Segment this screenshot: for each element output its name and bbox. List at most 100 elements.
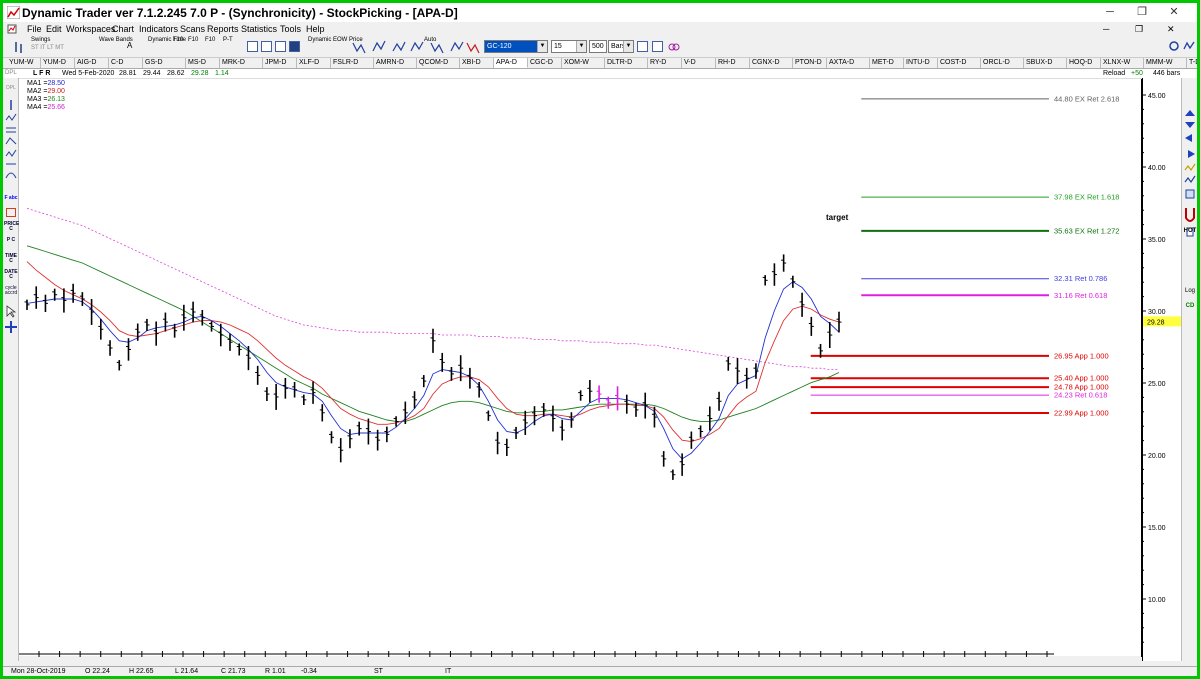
- tool-fib-abc[interactable]: F abc: [4, 196, 18, 201]
- tab-xlf-d[interactable]: XLF-D: [297, 58, 331, 68]
- tab-xlnx-w[interactable]: XLNX-W: [1101, 58, 1144, 68]
- tab-c-d[interactable]: C-D: [109, 58, 143, 68]
- bars-unit-combo[interactable]: Bars ▼: [608, 40, 634, 53]
- tool-time[interactable]: TIME C: [4, 254, 18, 264]
- grid-icon[interactable]: [652, 41, 663, 52]
- tab-gs-d[interactable]: GS-D: [143, 58, 186, 68]
- tab-yum-w[interactable]: YUM-W: [7, 58, 41, 68]
- tab-jpm-d[interactable]: JPM-D: [263, 58, 297, 68]
- hot-button[interactable]: HOT: [1183, 228, 1197, 234]
- mode-buttons[interactable]: L F R: [33, 69, 50, 78]
- drawing-tools-icons[interactable]: [5, 98, 17, 188]
- menu-edit[interactable]: Edit: [46, 24, 62, 34]
- tab-cost-d[interactable]: COST-D: [938, 58, 981, 68]
- tab-t-d[interactable]: T-D: [1187, 58, 1197, 68]
- auto-label[interactable]: Auto: [424, 37, 436, 43]
- f10-label-3[interactable]: F10: [205, 37, 215, 43]
- tool-pc[interactable]: P C: [4, 238, 18, 243]
- tab-rh-d[interactable]: RH-D: [716, 58, 750, 68]
- tab-intu-d[interactable]: INTU-D: [904, 58, 938, 68]
- mdi-restore-button[interactable]: ❐: [1135, 24, 1143, 35]
- tool-price[interactable]: PRICE C: [4, 222, 19, 232]
- menu-chart[interactable]: Chart: [112, 24, 134, 34]
- log-button[interactable]: Log: [1183, 288, 1197, 294]
- tab-apa-d[interactable]: APA-D: [494, 58, 528, 68]
- menu-file[interactable]: File: [27, 24, 42, 34]
- tab-orcl-d[interactable]: ORCL-D: [981, 58, 1024, 68]
- nav-arrows-icons[interactable]: [1184, 108, 1196, 238]
- tool-dpl[interactable]: DPL: [4, 86, 18, 91]
- tool-cycle[interactable]: cycle accrd: [4, 286, 18, 296]
- tab-yum-d[interactable]: YUM-D: [41, 58, 75, 68]
- tab-cgnx-d[interactable]: CGNX-D: [750, 58, 793, 68]
- tab-hoq-d[interactable]: HOQ-D: [1067, 58, 1101, 68]
- menu-statistics[interactable]: Statistics: [241, 24, 277, 34]
- swing-levels[interactable]: ST IT LT MT: [31, 45, 64, 51]
- link-icon[interactable]: [668, 41, 680, 53]
- rectangle-tool-icon[interactable]: [6, 208, 16, 217]
- restore-button[interactable]: ❐: [1132, 5, 1152, 20]
- f10-label-1[interactable]: F10: [173, 37, 183, 43]
- tab-fslr-d[interactable]: FSLR-D: [331, 58, 374, 68]
- settings-icon[interactable]: [1168, 40, 1180, 52]
- tab-met-d[interactable]: MET-D: [870, 58, 904, 68]
- ma1-legend: MA1 =28.50: [27, 80, 65, 87]
- level-label: 37.98 EX Ret 1.618: [1054, 193, 1119, 202]
- price-chart[interactable]: May10172431Jun142128Jul121926Aug9162330S…: [19, 79, 1142, 666]
- ma4-legend: MA4 =25.66: [27, 104, 65, 111]
- tab-xom-w[interactable]: XOM-W: [562, 58, 605, 68]
- chevron-down-icon[interactable]: ▼: [537, 41, 547, 52]
- bars-input[interactable]: 500: [589, 40, 607, 53]
- tab-cgc-d[interactable]: CGC-D: [528, 58, 562, 68]
- tool-date[interactable]: DATE C: [4, 270, 18, 280]
- tab-pton-d[interactable]: PTON-D: [793, 58, 827, 68]
- close-button[interactable]: ✕: [1164, 5, 1184, 20]
- pt-label[interactable]: P-T: [223, 37, 233, 43]
- tab-aig-d[interactable]: AIG-D: [75, 58, 109, 68]
- save-icon[interactable]: [289, 41, 300, 52]
- chevron-down-icon[interactable]: ▼: [623, 41, 633, 52]
- menu-tools[interactable]: Tools: [280, 24, 301, 34]
- minimize-button[interactable]: ─: [1100, 5, 1120, 20]
- wave-tools-icons[interactable]: [351, 39, 481, 55]
- chart-area[interactable]: MA1 =28.50 MA2 =29.00 MA3 =26.13 MA4 =25…: [19, 78, 1142, 666]
- level-label: 31.16 Ret 0.618: [1054, 291, 1107, 300]
- copy-icon[interactable]: [275, 41, 286, 52]
- tab-qcom-d[interactable]: QCOM-D: [417, 58, 460, 68]
- tab-xbi-d[interactable]: XBI-D: [460, 58, 494, 68]
- tab-sbux-d[interactable]: SBUX-D: [1024, 58, 1067, 68]
- chart-icon[interactable]: [637, 41, 648, 52]
- menu-indicators[interactable]: Indicators: [139, 24, 178, 34]
- tab-amrn-d[interactable]: AMRN-D: [374, 58, 417, 68]
- menu-scans[interactable]: Scans: [180, 24, 205, 34]
- reload-button[interactable]: Reload: [1103, 69, 1125, 78]
- tab-ms-d[interactable]: MS-D: [186, 58, 220, 68]
- price-tick-label: 15.00: [1148, 525, 1166, 532]
- tab-axta-d[interactable]: AXTA-D: [827, 58, 870, 68]
- document-icon: [7, 24, 17, 34]
- wave-a-button[interactable]: A: [127, 42, 132, 50]
- bars-icon[interactable]: [13, 40, 25, 54]
- f10-label-2[interactable]: F10: [188, 37, 198, 43]
- mdi-minimize-button[interactable]: ─: [1103, 24, 1109, 34]
- mdi-close-button[interactable]: ✕: [1167, 24, 1175, 35]
- symbol-combo[interactable]: GC-120 ▼: [484, 40, 548, 53]
- open-icon[interactable]: [261, 41, 272, 52]
- cursor-icons[interactable]: [5, 304, 17, 334]
- tab-mmm-w[interactable]: MMM-W: [1144, 58, 1187, 68]
- swings-label[interactable]: Swings: [31, 37, 50, 43]
- new-icon[interactable]: [247, 41, 258, 52]
- interval-combo[interactable]: 15 ▼: [551, 40, 587, 53]
- tab-dltr-d[interactable]: DLTR-D: [605, 58, 648, 68]
- menu-help[interactable]: Help: [306, 24, 325, 34]
- cd-button[interactable]: CD: [1183, 303, 1197, 309]
- tab-mrk-d[interactable]: MRK-D: [220, 58, 263, 68]
- bar-date: Wed 5-Feb-2020: [62, 70, 115, 77]
- menu-bar: File Edit Workspaces Chart Indicators Sc…: [3, 22, 1197, 36]
- wave-icon[interactable]: [1183, 40, 1195, 52]
- tab-v-d[interactable]: V-D: [682, 58, 716, 68]
- menu-reports[interactable]: Reports: [207, 24, 239, 34]
- tab-ry-d[interactable]: RY-D: [648, 58, 682, 68]
- chevron-down-icon[interactable]: ▼: [576, 41, 586, 52]
- menu-workspaces[interactable]: Workspaces: [66, 24, 115, 34]
